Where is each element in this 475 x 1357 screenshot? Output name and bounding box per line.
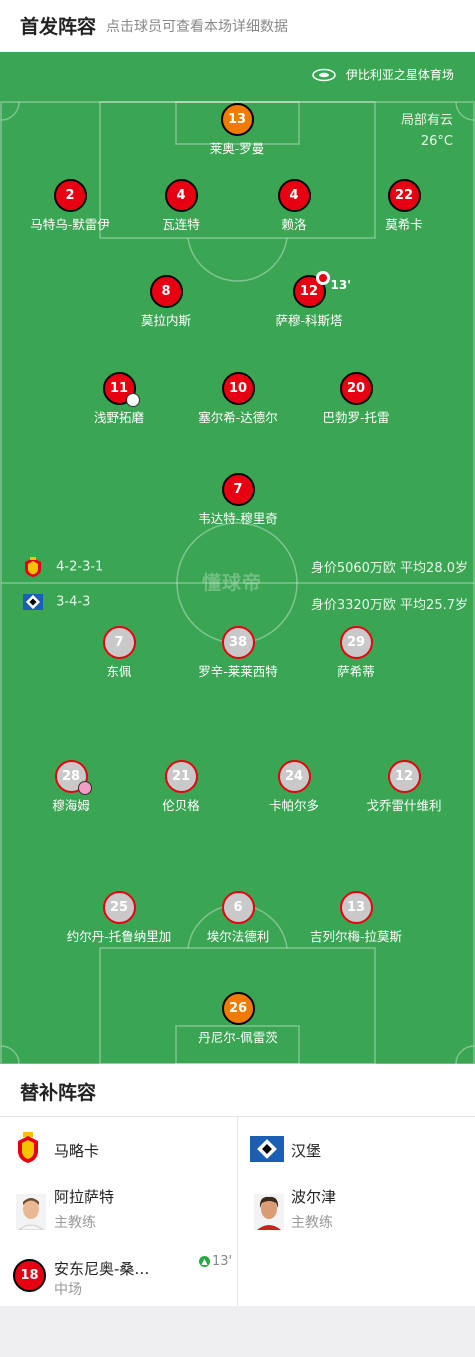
player-name: 巴勃罗-托雷 [322,410,390,425]
player-number-badge: 10 [221,372,255,405]
player-number-badge: 25 [102,891,136,924]
player-number-badge: 6 [221,891,255,924]
player-name: 萨希蒂 [337,664,375,679]
home-player-7[interactable]: 7 韦达特-穆里奇 [168,473,308,527]
hamburg-crest-icon [250,1136,284,1162]
player-number: 12 [299,284,319,299]
mallorca-crest-icon [18,1132,38,1163]
subs-column-divider [237,1117,238,1306]
sub-out-icon [315,271,330,285]
weather-temperature: 26°C [420,134,453,149]
sub-player-role: 中场 [54,1282,82,1298]
player-number-badge: 4 [277,179,311,212]
player-number-badge: 13 [339,891,373,924]
lineup-title: 首发阵容 [20,16,97,38]
away-player-29[interactable]: 29 萨希蒂 [286,626,426,680]
player-number-badge: 12 13' [292,271,351,308]
home-market-value: 身价5060万欧 平均28.0岁 [310,561,468,576]
venue-name: 伊比利亚之星体育场 [345,68,454,82]
away-player-13[interactable]: 13 吉列尔梅-拉莫斯 [286,891,426,945]
weather-info: 局部有云 26°C [401,110,453,152]
away-coach-role: 主教练 [291,1215,333,1231]
player-number-badge: 2 [53,179,87,212]
home-player-12[interactable]: 12 13' 萨穆-科斯塔 [239,271,379,329]
player-name: 丹尼尔-佩雷茨 [198,1030,278,1045]
home-coach-role: 主教练 [54,1215,96,1231]
sub-player-number[interactable]: 18 [13,1259,46,1292]
lineup-page: 首发阵容 点击球员可查看本场详细数据 伊比利亚之星体育场 局部有云 26°C 懂… [0,0,475,1357]
stadium-icon [312,68,336,81]
goal-ball-icon [125,393,140,407]
player-number: 11 [109,381,129,396]
pitch: 伊比利亚之星体育场 局部有云 26°C 懂球帝 13 莱奥-罗曼 2 马特乌-默… [0,52,475,1064]
player-name: 莫希卡 [385,217,423,232]
home-player-20[interactable]: 20 巴勃罗-托雷 [286,372,426,426]
weather-condition: 局部有云 [400,113,453,128]
away-team-name[interactable]: 汉堡 [291,1140,321,1161]
player-name: 戈乔雷什维利 [366,798,442,813]
player-number-badge: 11 [102,372,140,407]
player-number: 28 [61,769,81,784]
lineup-header: 首发阵容 点击球员可查看本场详细数据 [0,0,475,52]
player-number-badge: 26 [221,992,255,1025]
home-coach-name[interactable]: 阿拉萨特 [54,1186,114,1207]
sub-in-minute: 13' [212,1254,233,1269]
subs-title: 替补阵容 [20,1082,97,1104]
away-player-12[interactable]: 12 戈乔雷什维利 [334,760,474,814]
mallorca-crest-icon [25,557,41,577]
player-number-badge: 22 [387,179,421,212]
player-number-badge: 7 [102,626,136,659]
player-number-badge: 13 [220,103,254,136]
player-name: 韦达特-穆里奇 [198,511,278,526]
substitutes-section: 替补阵容 马略卡 汉堡 阿拉萨特 主教练 波尔津 主教练 18 安东尼奥-桑切斯… [0,1064,475,1306]
away-player-26-gk[interactable]: 26 丹尼尔-佩雷茨 [168,992,308,1046]
away-formation: 3-4-3 [56,594,91,610]
away-market-value: 身价3320万欧 平均25.7岁 [310,598,468,613]
sub-in-info: ▲ 13' [199,1254,232,1269]
sub-out-minute: 13' [330,278,351,292]
sub-player-name[interactable]: 安东尼奥-桑切斯 [54,1258,154,1279]
venue-label: 伊比利亚之星体育场 [312,66,454,83]
own-goal-ball-icon [77,781,92,795]
player-number-badge: 12 [387,760,421,793]
player-name: 莱奥-罗曼 [209,141,265,156]
player-name: 萨穆-科斯塔 [275,313,343,328]
away-coach-name[interactable]: 波尔津 [291,1186,336,1207]
home-player-8[interactable]: 8 莫拉内斯 [96,275,236,329]
player-name: 吉列尔梅-拉莫斯 [309,929,402,944]
away-team-summary: 3-4-3 身价3320万欧 平均25.7岁 [22,593,468,613]
player-name: 莫拉内斯 [140,313,191,328]
lineup-subtitle: 点击球员可查看本场详细数据 [106,19,288,35]
home-formation: 4-2-3-1 [56,559,104,575]
player-number-badge: 7 [221,473,255,506]
coach-avatar[interactable] [16,1194,46,1230]
sub-in-arrow-icon: ▲ [199,1256,210,1267]
player-number-badge: 38 [221,626,255,659]
player-number-badge: 20 [339,372,373,405]
player-number-badge: 24 [277,760,311,793]
player-number-badge: 4 [164,179,198,212]
home-team-name[interactable]: 马略卡 [54,1140,99,1161]
hamburg-crest-icon [23,594,43,610]
player-number-badge: 21 [164,760,198,793]
coach-avatar[interactable] [254,1194,284,1230]
home-player-13-gk[interactable]: 13 莱奥-罗曼 [167,103,307,157]
player-number-badge: 29 [339,626,373,659]
home-player-22[interactable]: 22 莫希卡 [334,179,474,233]
player-number-badge: 8 [149,275,183,308]
home-team-summary: 4-2-3-1 身价5060万欧 平均28.0岁 [22,556,468,578]
player-number-badge: 28 [54,760,92,795]
